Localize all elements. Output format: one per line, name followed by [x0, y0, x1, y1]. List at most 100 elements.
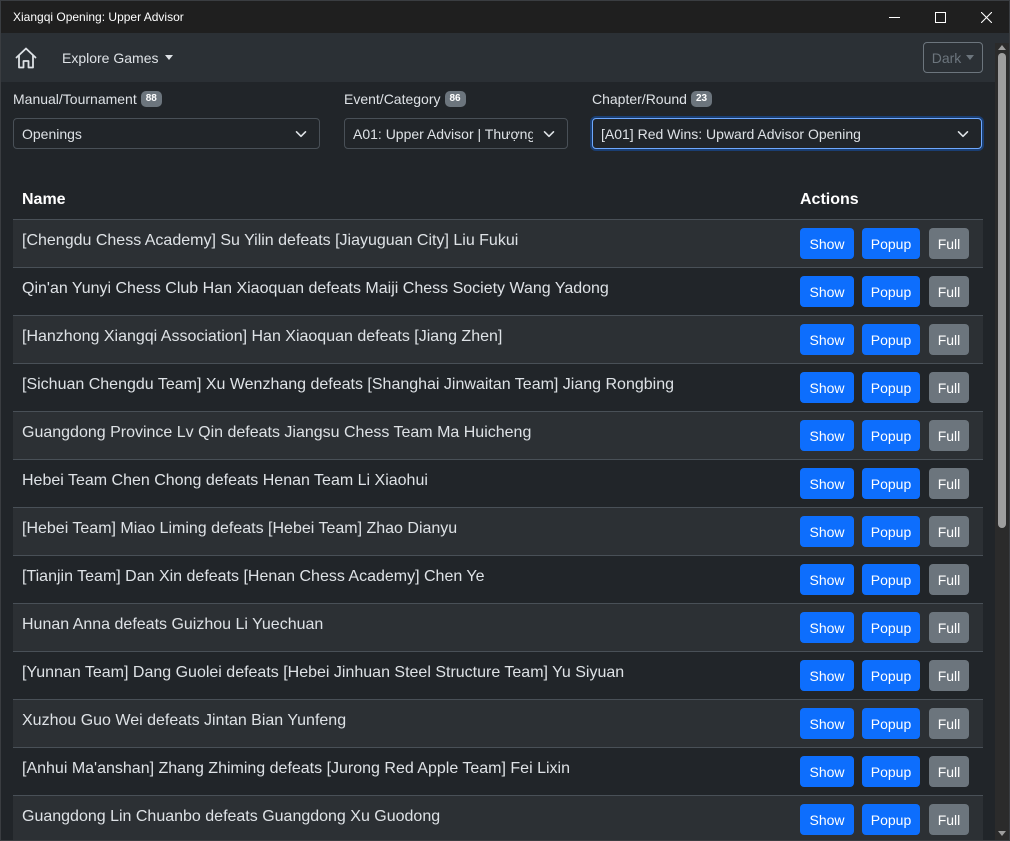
full-button[interactable]: Full — [929, 804, 969, 835]
row-actions: Show Popup Full — [800, 660, 983, 691]
chevron-down-icon — [543, 130, 555, 137]
popup-button[interactable]: Popup — [862, 468, 920, 499]
row-actions: Show Popup Full — [800, 564, 983, 595]
game-name: Guangdong Province Lv Qin defeats Jiangs… — [22, 424, 532, 441]
chapter-count-badge: 23 — [690, 91, 713, 107]
event-select-value: A01: Upper Advisor | Thượng Sĩ — [353, 125, 533, 142]
event-label: Event/Category — [344, 91, 441, 107]
full-button[interactable]: Full — [929, 420, 969, 451]
game-name: [Anhui Ma'anshan] Zhang Zhiming defeats … — [22, 760, 570, 777]
manual-filter: Manual/Tournament 88 Openings — [13, 90, 320, 149]
game-name: Guangdong Lin Chuanbo defeats Guangdong … — [22, 808, 441, 825]
popup-button[interactable]: Popup — [862, 564, 920, 595]
full-button[interactable]: Full — [929, 612, 969, 643]
close-button[interactable] — [963, 1, 1009, 33]
show-button[interactable]: Show — [800, 420, 854, 451]
table-row: Qin'an Yunyi Chess Club Han Xiaoquan def… — [13, 268, 983, 316]
chapter-select[interactable]: [A01] Red Wins: Upward Advisor Opening — [592, 118, 982, 149]
game-name: Hebei Team Chen Chong defeats Henan Team… — [22, 472, 428, 489]
show-button[interactable]: Show — [800, 708, 854, 739]
chevron-down-icon — [295, 130, 307, 137]
event-select[interactable]: A01: Upper Advisor | Thượng Sĩ — [344, 118, 568, 149]
show-button[interactable]: Show — [800, 660, 854, 691]
show-button[interactable]: Show — [800, 516, 854, 547]
theme-toggle-button[interactable]: Dark — [923, 42, 983, 73]
game-name: Qin'an Yunyi Chess Club Han Xiaoquan def… — [22, 280, 609, 297]
row-actions: Show Popup Full — [800, 324, 983, 355]
full-button[interactable]: Full — [929, 228, 969, 259]
chapter-label: Chapter/Round — [592, 91, 687, 107]
games-table: Name Actions [Chengdu Chess Academy] Su … — [13, 181, 983, 840]
popup-button[interactable]: Popup — [862, 420, 920, 451]
explore-games-dropdown[interactable]: Explore Games — [62, 49, 174, 66]
full-button[interactable]: Full — [929, 276, 969, 307]
show-button[interactable]: Show — [800, 372, 854, 403]
table-header: Name Actions — [13, 181, 983, 220]
show-button[interactable]: Show — [800, 756, 854, 787]
popup-button[interactable]: Popup — [862, 516, 920, 547]
window-controls — [871, 1, 1009, 33]
explore-games-label: Explore Games — [62, 49, 159, 66]
manual-select[interactable]: Openings — [13, 118, 320, 149]
popup-button[interactable]: Popup — [862, 708, 920, 739]
game-name: [Tianjin Team] Dan Xin defeats [Henan Ch… — [22, 568, 485, 585]
row-actions: Show Popup Full — [800, 756, 983, 787]
manual-label-row: Manual/Tournament 88 — [13, 90, 320, 108]
table-row: Hunan Anna defeats Guizhou Li Yuechuan Sh… — [13, 604, 983, 652]
event-label-row: Event/Category 86 — [344, 90, 568, 108]
popup-button[interactable]: Popup — [862, 612, 920, 643]
full-button[interactable]: Full — [929, 324, 969, 355]
row-actions: Show Popup Full — [800, 708, 983, 739]
full-button[interactable]: Full — [929, 660, 969, 691]
popup-button[interactable]: Popup — [862, 372, 920, 403]
show-button[interactable]: Show — [800, 468, 854, 499]
full-button[interactable]: Full — [929, 564, 969, 595]
minimize-button[interactable] — [871, 1, 917, 33]
scroll-thumb[interactable] — [998, 53, 1006, 528]
actions-column-header: Actions — [800, 191, 859, 208]
row-actions: Show Popup Full — [800, 420, 983, 451]
manual-label: Manual/Tournament — [13, 91, 137, 107]
navbar: Explore Games Dark — [1, 33, 1009, 82]
scroll-down-icon[interactable] — [998, 831, 1006, 836]
game-name: [Sichuan Chengdu Team] Xu Wenzhang defea… — [22, 376, 674, 393]
home-button[interactable] — [13, 45, 39, 71]
row-actions: Show Popup Full — [800, 372, 983, 403]
theme-label: Dark — [931, 49, 962, 66]
vertical-scrollbar[interactable] — [995, 43, 1009, 840]
game-name: [Yunnan Team] Dang Guolei defeats [Hebei… — [22, 664, 625, 681]
scroll-up-icon[interactable] — [998, 45, 1006, 50]
show-button[interactable]: Show — [800, 612, 854, 643]
full-button[interactable]: Full — [929, 372, 969, 403]
popup-button[interactable]: Popup — [862, 324, 920, 355]
popup-button[interactable]: Popup — [862, 756, 920, 787]
maximize-button[interactable] — [917, 1, 963, 33]
show-button[interactable]: Show — [800, 804, 854, 835]
chevron-down-icon — [957, 130, 969, 137]
full-button[interactable]: Full — [929, 756, 969, 787]
popup-button[interactable]: Popup — [862, 276, 920, 307]
full-button[interactable]: Full — [929, 468, 969, 499]
row-actions: Show Popup Full — [800, 276, 983, 307]
table-body: [Chengdu Chess Academy] Su Yilin defeats… — [13, 220, 983, 840]
show-button[interactable]: Show — [800, 324, 854, 355]
show-button[interactable]: Show — [800, 228, 854, 259]
table-row: [Sichuan Chengdu Team] Xu Wenzhang defea… — [13, 364, 983, 412]
popup-button[interactable]: Popup — [862, 228, 920, 259]
show-button[interactable]: Show — [800, 276, 854, 307]
show-button[interactable]: Show — [800, 564, 854, 595]
table-row: [Hebei Team] Miao Liming defeats [Hebei … — [13, 508, 983, 556]
table-row: [Anhui Ma'anshan] Zhang Zhiming defeats … — [13, 748, 983, 796]
full-button[interactable]: Full — [929, 516, 969, 547]
full-button[interactable]: Full — [929, 708, 969, 739]
home-icon — [15, 47, 37, 68]
row-actions: Show Popup Full — [800, 804, 983, 835]
chapter-select-value: [A01] Red Wins: Upward Advisor Opening — [601, 125, 861, 142]
table-row: Xuzhou Guo Wei defeats Jintan Bian Yunfe… — [13, 700, 983, 748]
popup-button[interactable]: Popup — [862, 660, 920, 691]
popup-button[interactable]: Popup — [862, 804, 920, 835]
window-title: Xiangqi Opening: Upper Advisor — [13, 10, 184, 24]
filters-row: Manual/Tournament 88 Openings Event/Cate… — [1, 82, 1009, 166]
table-row: Hebei Team Chen Chong defeats Henan Team… — [13, 460, 983, 508]
title-bar: Xiangqi Opening: Upper Advisor — [1, 1, 1009, 33]
